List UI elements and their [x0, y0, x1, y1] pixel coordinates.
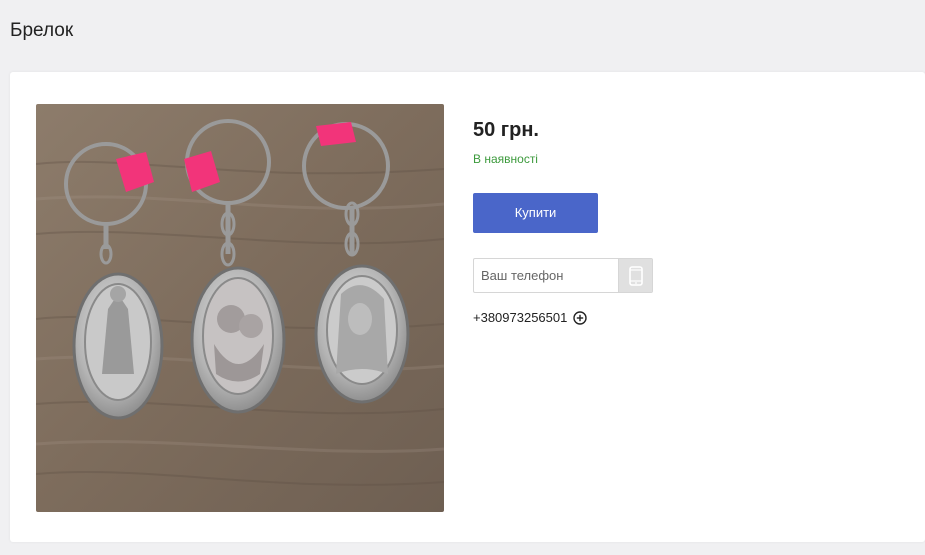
page-title: Брелок: [10, 20, 74, 41]
mobile-phone-icon: [628, 265, 643, 286]
callback-form: [473, 258, 653, 293]
plus-circle-icon[interactable]: [573, 311, 588, 325]
availability-status: В наявності: [473, 152, 538, 166]
phone-submit-button[interactable]: [618, 259, 652, 292]
contact-phone-number[interactable]: +380973256501: [473, 310, 567, 326]
product-card: 50 грн. В наявності Купити +380973256501: [10, 72, 925, 542]
product-price: 50 грн.: [473, 119, 539, 141]
buy-button[interactable]: Купити: [473, 193, 598, 233]
contact-phone: +380973256501: [473, 310, 588, 326]
phone-input[interactable]: [474, 259, 618, 292]
product-image[interactable]: [36, 104, 444, 512]
